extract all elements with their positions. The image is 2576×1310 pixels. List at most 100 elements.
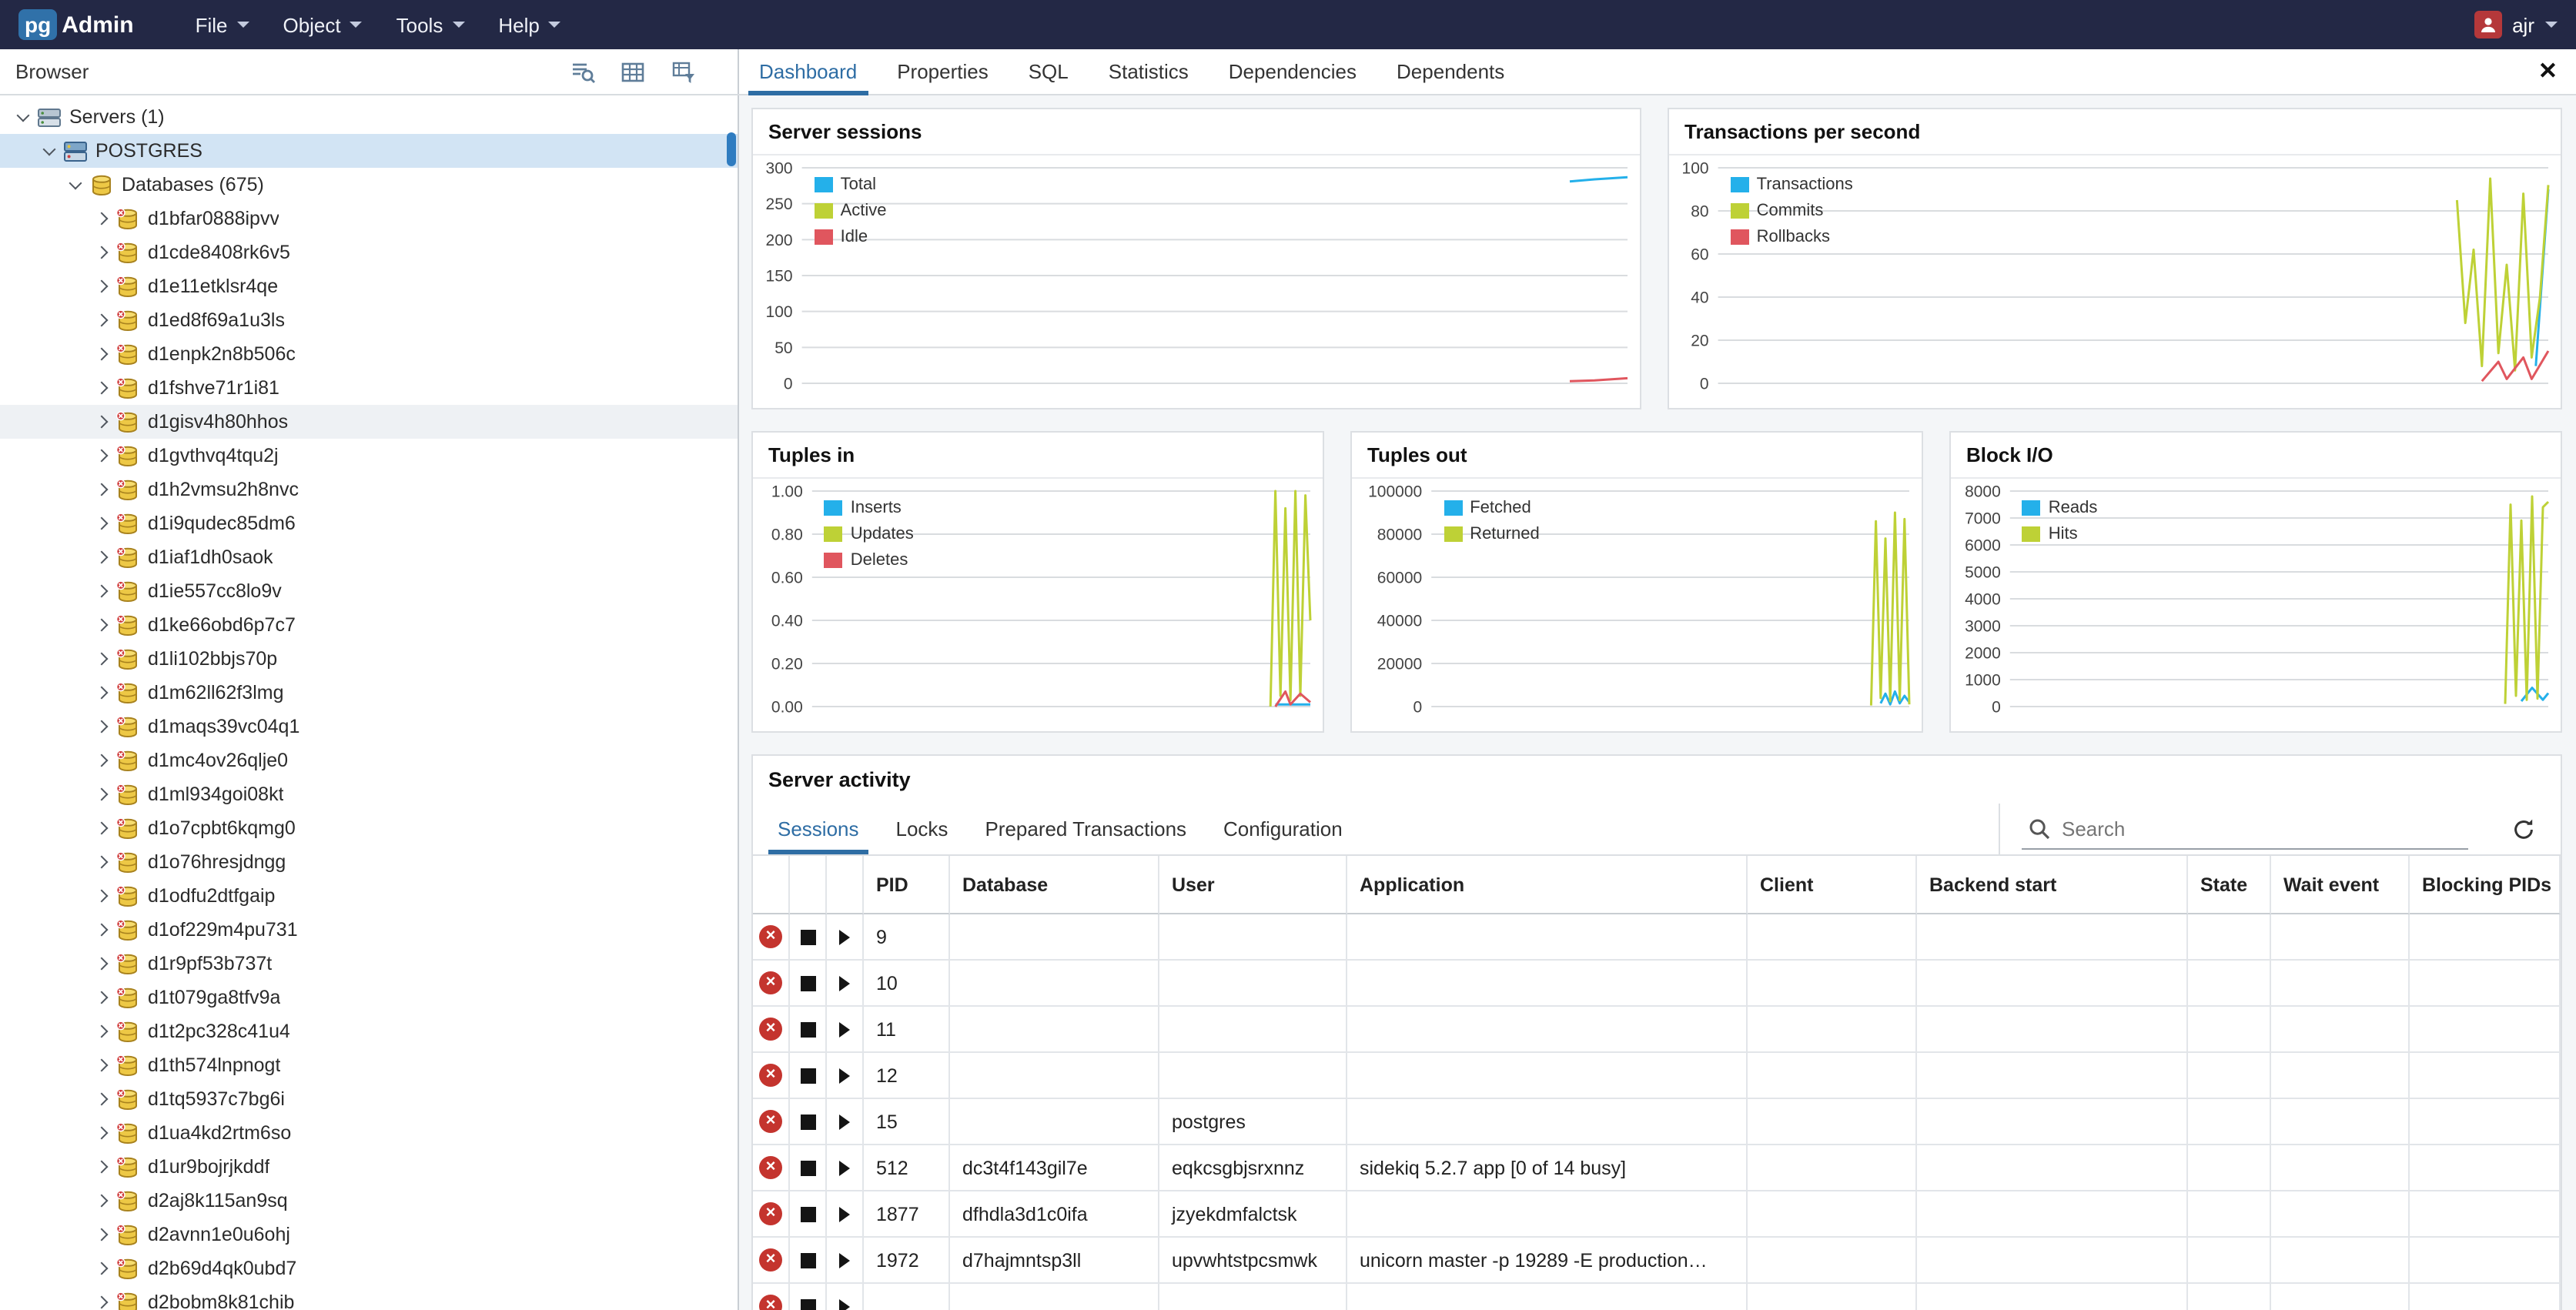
- cancel-query-icon[interactable]: ×: [759, 1110, 782, 1133]
- tree-item[interactable]: d1o7cpbt6kqmg0: [0, 811, 738, 845]
- query-tool-icon[interactable]: [565, 55, 599, 89]
- tree-item[interactable]: d1r9pf53b737t: [0, 947, 738, 981]
- tab-configuration[interactable]: Configuration: [1205, 804, 1361, 854]
- terminate-icon[interactable]: [800, 1206, 815, 1221]
- tree-item[interactable]: d1m62ll62f3lmg: [0, 676, 738, 710]
- user-menu[interactable]: ajr: [2474, 11, 2558, 38]
- tree-item[interactable]: POSTGRES: [0, 134, 738, 168]
- chevron-right-icon[interactable]: [91, 1292, 112, 1310]
- chevron-right-icon[interactable]: [91, 1156, 112, 1178]
- tab-sessions[interactable]: Sessions: [759, 804, 878, 854]
- tab-statistics[interactable]: Statistics: [1089, 49, 1209, 94]
- tab-locks[interactable]: Locks: [878, 804, 967, 854]
- chevron-down-icon[interactable]: [38, 140, 60, 162]
- column-header-database[interactable]: Database: [950, 856, 1159, 914]
- chevron-right-icon[interactable]: [91, 242, 112, 263]
- tree-item[interactable]: d1t2pc328c41u4: [0, 1014, 738, 1048]
- tree-item[interactable]: d1bfar0888ipvv: [0, 202, 738, 236]
- cancel-query-icon[interactable]: ×: [759, 1064, 782, 1087]
- tree-item[interactable]: d1li102bbjs70p: [0, 642, 738, 676]
- tree-item[interactable]: d1t079ga8tfv9a: [0, 981, 738, 1014]
- terminate-icon[interactable]: [800, 929, 815, 944]
- tree-item[interactable]: d2b69d4qk0ubd7: [0, 1252, 738, 1285]
- chevron-right-icon[interactable]: [91, 750, 112, 771]
- chevron-right-icon[interactable]: [91, 208, 112, 229]
- tree-item[interactable]: d1gisv4h80hhos: [0, 405, 738, 439]
- chevron-right-icon[interactable]: [91, 953, 112, 974]
- chevron-right-icon[interactable]: [91, 377, 112, 399]
- tree-item[interactable]: d1fshve71r1i81: [0, 371, 738, 405]
- terminate-icon[interactable]: [800, 1298, 815, 1310]
- details-expand-icon[interactable]: [839, 1114, 850, 1129]
- details-expand-icon[interactable]: [839, 929, 850, 944]
- tree-item[interactable]: d1h2vmsu2h8nvc: [0, 473, 738, 506]
- chevron-down-icon[interactable]: [12, 106, 34, 128]
- column-header-user[interactable]: User: [1159, 856, 1347, 914]
- details-expand-icon[interactable]: [839, 1298, 850, 1310]
- terminate-icon[interactable]: [800, 1252, 815, 1268]
- column-header-application[interactable]: Application: [1347, 856, 1748, 914]
- column-header-client[interactable]: Client: [1748, 856, 1917, 914]
- tree-item[interactable]: d1odfu2dtfgaip: [0, 879, 738, 913]
- tree-item[interactable]: d2avnn1e0u6ohj: [0, 1218, 738, 1252]
- column-header-blocking-pids[interactable]: Blocking PIDs: [2410, 856, 2561, 914]
- chevron-right-icon[interactable]: [91, 1088, 112, 1110]
- chevron-right-icon[interactable]: [91, 648, 112, 670]
- terminate-icon[interactable]: [800, 1160, 815, 1175]
- chevron-right-icon[interactable]: [91, 919, 112, 941]
- chevron-right-icon[interactable]: [91, 276, 112, 297]
- tree-item[interactable]: d1ua4kd2rtm6so: [0, 1116, 738, 1150]
- chevron-right-icon[interactable]: [91, 309, 112, 331]
- chevron-right-icon[interactable]: [91, 343, 112, 365]
- cancel-query-icon[interactable]: ×: [759, 971, 782, 994]
- menu-tools[interactable]: Tools: [381, 4, 480, 45]
- tab-dependents[interactable]: Dependents: [1377, 49, 1524, 94]
- chevron-right-icon[interactable]: [91, 1054, 112, 1076]
- chevron-right-icon[interactable]: [91, 716, 112, 737]
- chevron-right-icon[interactable]: [91, 1190, 112, 1211]
- close-icon[interactable]: ✕: [2538, 60, 2558, 83]
- details-expand-icon[interactable]: [839, 1021, 850, 1037]
- chevron-right-icon[interactable]: [91, 885, 112, 907]
- tab-prepared-transactions[interactable]: Prepared Transactions: [966, 804, 1205, 854]
- cancel-query-icon[interactable]: ×: [759, 1295, 782, 1310]
- tree-item[interactable]: d1ke66obd6p7c7: [0, 608, 738, 642]
- tree-item[interactable]: Servers (1): [0, 100, 738, 134]
- terminate-icon[interactable]: [800, 1021, 815, 1037]
- tree-item[interactable]: d1maqs39vc04q1: [0, 710, 738, 744]
- cancel-query-icon[interactable]: ×: [759, 1248, 782, 1272]
- tree-item[interactable]: d1tq5937c7bg6i: [0, 1082, 738, 1116]
- chevron-right-icon[interactable]: [91, 817, 112, 839]
- chevron-right-icon[interactable]: [91, 445, 112, 466]
- tab-properties[interactable]: Properties: [877, 49, 1009, 94]
- chevron-right-icon[interactable]: [91, 479, 112, 500]
- tree-item[interactable]: d1gvthvq4tqu2j: [0, 439, 738, 473]
- tree-item[interactable]: d1i9qudec85dm6: [0, 506, 738, 540]
- chevron-right-icon[interactable]: [91, 411, 112, 433]
- tree-item[interactable]: Databases (675): [0, 168, 738, 202]
- tree-item[interactable]: d2bobm8k81chib: [0, 1285, 738, 1310]
- chevron-right-icon[interactable]: [91, 546, 112, 568]
- cancel-query-icon[interactable]: ×: [759, 925, 782, 948]
- chevron-right-icon[interactable]: [91, 987, 112, 1008]
- tree-item[interactable]: d1ml934goi08kt: [0, 777, 738, 811]
- chevron-right-icon[interactable]: [91, 682, 112, 703]
- chevron-right-icon[interactable]: [91, 1258, 112, 1279]
- tree-item[interactable]: d1of229m4pu731: [0, 913, 738, 947]
- sidebar-scrollbar-thumb[interactable]: [727, 132, 736, 166]
- terminate-icon[interactable]: [800, 1068, 815, 1083]
- chevron-right-icon[interactable]: [91, 580, 112, 602]
- tree-item[interactable]: d2aj8k115an9sq: [0, 1184, 738, 1218]
- chevron-down-icon[interactable]: [65, 174, 86, 195]
- chevron-right-icon[interactable]: [91, 784, 112, 805]
- tab-dependencies[interactable]: Dependencies: [1209, 49, 1377, 94]
- chevron-right-icon[interactable]: [91, 851, 112, 873]
- details-expand-icon[interactable]: [839, 1252, 850, 1268]
- column-header-state[interactable]: State: [2188, 856, 2271, 914]
- tree-item[interactable]: d1ur9bojrjkddf: [0, 1150, 738, 1184]
- chevron-right-icon[interactable]: [91, 614, 112, 636]
- menu-file[interactable]: File: [180, 4, 265, 45]
- details-expand-icon[interactable]: [839, 1160, 850, 1175]
- cancel-query-icon[interactable]: ×: [759, 1202, 782, 1225]
- chevron-right-icon[interactable]: [91, 1122, 112, 1144]
